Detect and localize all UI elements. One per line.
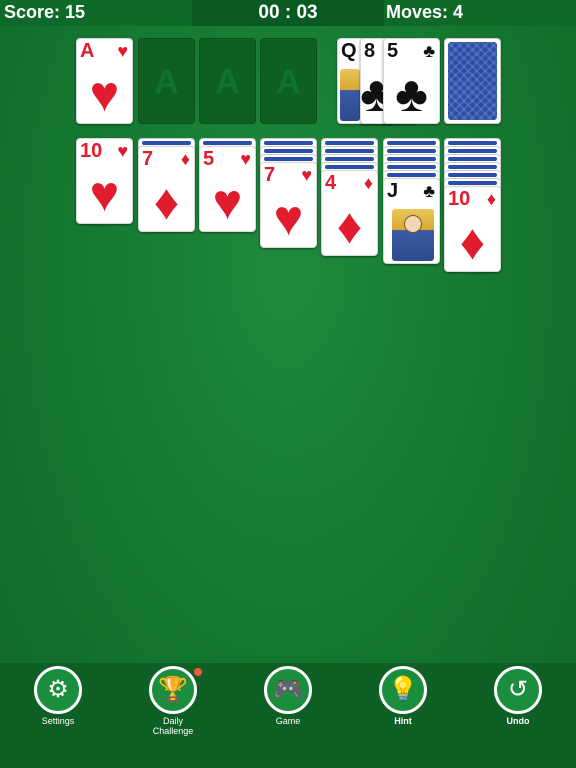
club-icon: ♣ <box>423 181 435 201</box>
daily-challenge-label: Daily Challenge <box>128 716 218 736</box>
club-icon: ♣ <box>423 41 435 61</box>
jack-face-icon <box>392 209 434 261</box>
card-back-edge <box>264 157 313 161</box>
tableau-4-top-card[interactable]: 7 ♥ ♥ <box>260 162 317 248</box>
gear-icon: ⚙ <box>34 666 82 714</box>
slot-label: A <box>154 63 179 101</box>
card-rank: 7 <box>264 164 276 186</box>
queen-face-icon <box>340 69 360 121</box>
diamond-icon: ♦ <box>459 214 486 270</box>
gamepad-icon: 🎮 <box>264 666 312 714</box>
card-back-edge <box>325 141 374 145</box>
card-rank: 7 <box>142 148 154 170</box>
heart-icon: ♥ <box>273 190 304 246</box>
card-back-pattern <box>448 42 497 120</box>
card-rank: J <box>387 180 399 202</box>
card-rank: Q <box>341 40 357 62</box>
moves-label: Moves: <box>386 2 449 22</box>
card-rank: 10 <box>80 140 103 162</box>
card-rank: 5 <box>203 148 215 170</box>
card-back-edge <box>142 141 191 145</box>
hint-label: Hint <box>394 716 412 726</box>
jack-head-icon <box>404 215 422 233</box>
daily-label-line2: Challenge <box>152 726 194 736</box>
card-rank: 4 <box>325 172 337 194</box>
lightbulb-icon: 💡 <box>379 666 427 714</box>
heart-icon: ♥ <box>117 141 128 161</box>
diamond-icon: ♦ <box>486 189 496 209</box>
timer-display: 00 : 03 <box>192 0 384 26</box>
card-rank: 5 <box>387 40 399 62</box>
card-back-edge <box>448 157 497 161</box>
card-back-edge <box>387 173 436 177</box>
diamond-icon: ♦ <box>336 198 363 254</box>
score-label: Score: <box>4 2 61 22</box>
settings-button[interactable]: ⚙ Settings <box>13 666 103 736</box>
card-rank: A <box>80 40 95 62</box>
card-back-edge <box>448 141 497 145</box>
heart-icon: ♥ <box>117 41 128 61</box>
tableau-2-top-card[interactable]: 7 ♦ ♦ <box>138 146 195 232</box>
settings-label: Settings <box>41 716 75 726</box>
undo-button[interactable]: ↺ Undo <box>473 666 563 736</box>
card-back-edge <box>387 165 436 169</box>
card-back-edge <box>325 149 374 153</box>
timer-value: 00 : 03 <box>258 2 318 23</box>
foundation-4-slot[interactable]: A <box>260 38 317 124</box>
tableau-5-top-card[interactable]: 4 ♦ ♦ <box>321 170 378 256</box>
waste-card-top[interactable]: 5 ♣ ♣ <box>383 38 440 124</box>
status-bar: Score: 15 00 : 03 Moves: 4 <box>0 0 576 26</box>
tableau-6-top-card[interactable]: J ♣ <box>383 178 440 264</box>
card-rank: 10 <box>448 188 471 210</box>
slot-label: A <box>276 63 301 101</box>
score-display: Score: 15 <box>4 2 85 23</box>
game-button[interactable]: 🎮 Game <box>243 666 333 736</box>
moves-value: 4 <box>453 2 464 22</box>
card-back-edge <box>448 165 497 169</box>
moves-display: Moves: 4 <box>386 2 463 23</box>
diamond-icon: ♦ <box>363 173 373 193</box>
card-back-edge <box>264 141 313 145</box>
score-value: 15 <box>65 2 86 22</box>
foundation-1-card[interactable]: A ♥ ♥ <box>76 38 133 124</box>
tableau-7-top-card[interactable]: 10 ♦ ♦ <box>444 186 501 272</box>
card-back-edge <box>387 157 436 161</box>
tableau-3-top-card[interactable]: 5 ♥ ♥ <box>199 146 256 232</box>
foundation-2-slot[interactable]: A <box>138 38 195 124</box>
heart-icon: ♥ <box>212 174 243 230</box>
card-back-edge <box>203 141 252 145</box>
game-label: Game <box>275 716 301 726</box>
card-back-edge <box>264 149 313 153</box>
slot-label: A <box>215 63 240 101</box>
notification-dot <box>194 668 202 676</box>
trophy-icon: 🏆 <box>149 666 197 714</box>
diamond-icon: ♦ <box>153 174 180 230</box>
heart-icon: ♥ <box>240 149 251 169</box>
heart-icon: ♥ <box>89 166 120 222</box>
card-back-edge <box>387 149 436 153</box>
card-back-edge <box>448 149 497 153</box>
undo-label: Undo <box>506 716 530 726</box>
club-icon: ♣ <box>395 66 428 122</box>
heart-icon: ♥ <box>301 165 312 185</box>
card-back-edge <box>325 157 374 161</box>
card-rank: 8 <box>364 40 376 62</box>
tableau-1-top-card[interactable]: 10 ♥ ♥ <box>76 138 133 224</box>
hint-button[interactable]: 💡 Hint <box>358 666 448 736</box>
card-back-edge <box>387 141 436 145</box>
diamond-icon: ♦ <box>180 149 190 169</box>
foundation-3-slot[interactable]: A <box>199 38 256 124</box>
daily-label-line1: Daily <box>162 716 183 726</box>
card-back-edge <box>448 173 497 177</box>
daily-challenge-button[interactable]: 🏆 Daily Challenge <box>128 666 218 736</box>
card-back-edge <box>448 181 497 185</box>
heart-icon: ♥ <box>89 66 120 122</box>
card-back-edge <box>325 165 374 169</box>
stock-pile[interactable] <box>444 38 501 124</box>
undo-icon: ↺ <box>494 666 542 714</box>
